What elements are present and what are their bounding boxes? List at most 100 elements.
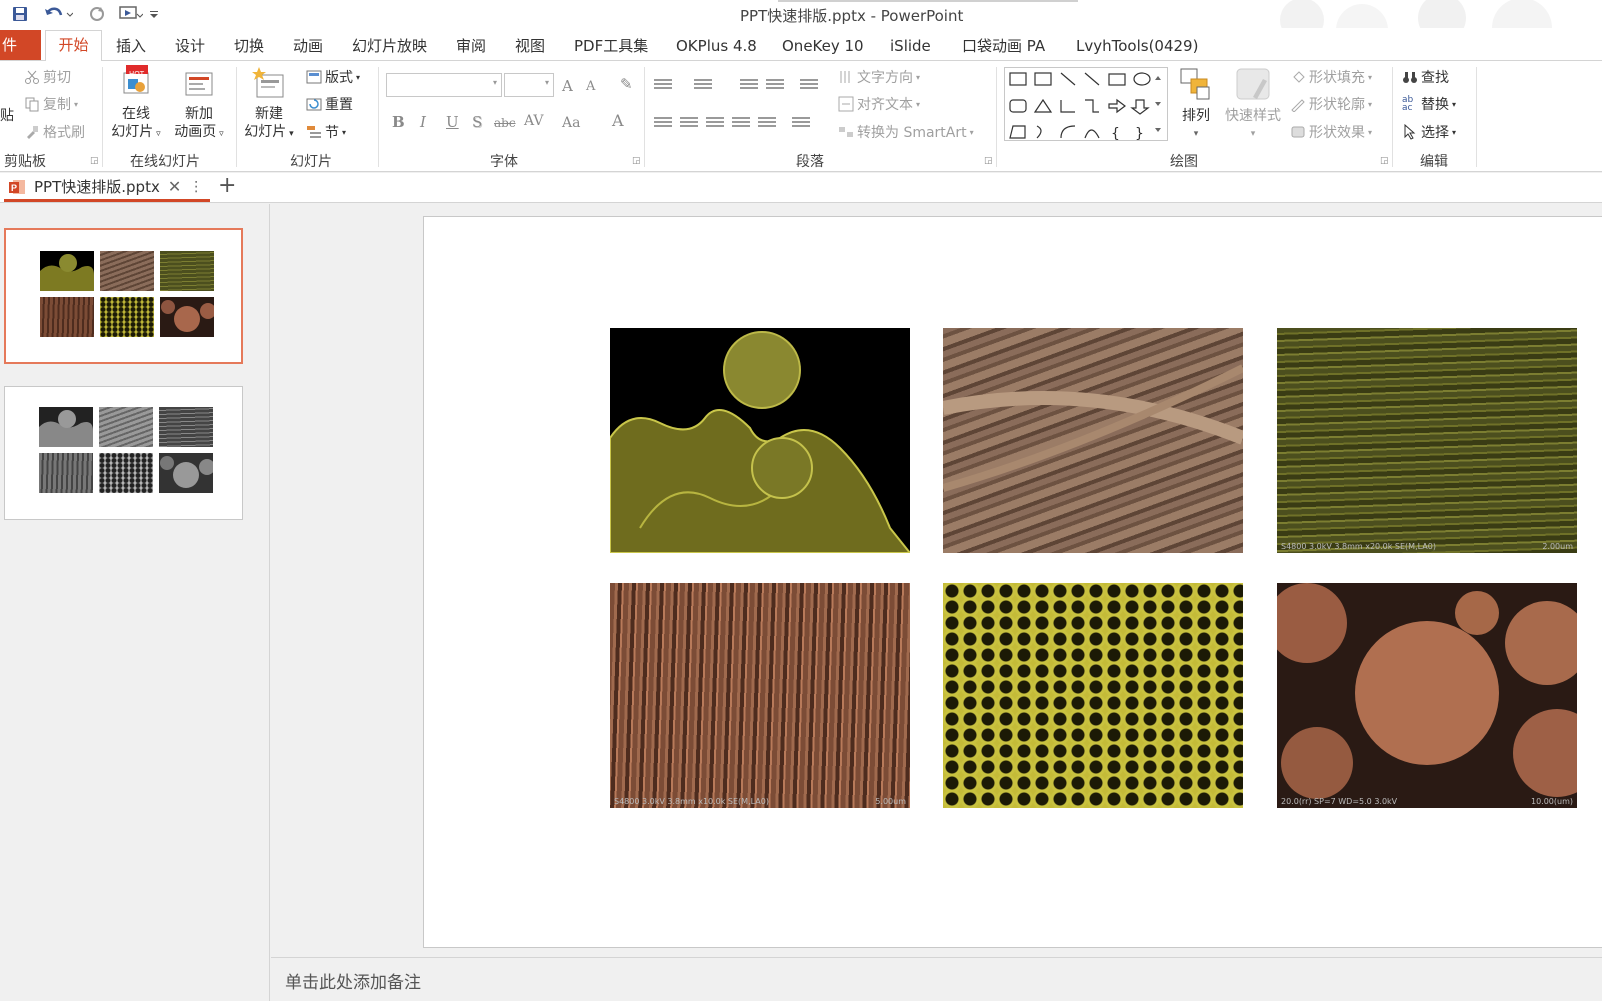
tab-pocket-animation[interactable]: 口袋动画 PA: [962, 32, 1045, 60]
font-color-button[interactable]: A: [612, 111, 624, 130]
document-tab[interactable]: P PPT快速排版.pptx ✕ ⋮: [4, 174, 210, 202]
arrange-button[interactable]: 排列 ▾: [1172, 65, 1220, 143]
line-spacing-icon[interactable]: [800, 79, 818, 93]
quick-styles-button[interactable]: 快速样式 ▾: [1222, 65, 1284, 143]
slide-thumbnail-2[interactable]: [4, 386, 243, 520]
undo-icon[interactable]: [42, 4, 74, 24]
launcher-icon[interactable]: ◲: [1380, 156, 1389, 166]
shapes-gallery[interactable]: {}: [1004, 67, 1168, 142]
select-button[interactable]: 选择 ▾: [1402, 122, 1456, 142]
tab-lvyhtools[interactable]: LvyhTools(0429): [1076, 32, 1198, 60]
new-animation-page-button[interactable]: 新加 动画页 ▿: [168, 65, 230, 143]
format-painter-button[interactable]: 格式刷: [24, 122, 85, 142]
quick-styles-label: 快速样式: [1225, 108, 1281, 124]
chevron-down-icon: ▾: [544, 78, 549, 87]
align-left-icon[interactable]: [654, 117, 672, 131]
section-button[interactable]: 节 ▾: [306, 122, 346, 142]
tab-animations[interactable]: 动画: [293, 32, 323, 60]
slide-canvas[interactable]: S4800 3.0kV 3.8mm x20.0k SE(M,LA0) 2.00u…: [423, 216, 1602, 948]
copy-button[interactable]: 复制 ▾: [24, 94, 78, 114]
tab-onekey[interactable]: OneKey 10: [782, 32, 864, 60]
shrink-font-button[interactable]: A: [586, 79, 595, 94]
paste-button[interactable]: 贴: [0, 105, 14, 125]
smartart-button[interactable]: 转换为 SmartArt ▾: [838, 122, 974, 142]
cut-button[interactable]: 剪切: [24, 67, 71, 87]
tab-design[interactable]: 设计: [175, 32, 205, 60]
shape-fill-button[interactable]: 形状填充 ▾: [1290, 67, 1372, 87]
grow-font-button[interactable]: A: [562, 77, 573, 95]
increase-indent-icon[interactable]: [766, 79, 784, 93]
tab-pdf-tools[interactable]: PDF工具集: [574, 32, 648, 60]
thumb-image: [39, 453, 93, 493]
new-slide-icon: [251, 65, 287, 103]
launcher-icon[interactable]: ◲: [90, 156, 99, 166]
sem-image-spheres[interactable]: [610, 328, 910, 553]
tab-slideshow[interactable]: 幻灯片放映: [352, 32, 427, 60]
sem-image-cross-section[interactable]: S4800 3.0kV 3.8mm x10.0k SE(M,LA0) 5.00u…: [610, 583, 910, 808]
more-icon[interactable]: ⋮: [189, 179, 203, 195]
char-spacing-button[interactable]: AV: [524, 113, 544, 129]
numbering-icon[interactable]: [694, 79, 712, 93]
launcher-icon[interactable]: ◲: [632, 156, 641, 166]
italic-button[interactable]: I: [420, 113, 426, 131]
save-icon[interactable]: [10, 4, 30, 24]
paint-bucket-icon: [1290, 69, 1306, 85]
tab-view[interactable]: 视图: [515, 32, 545, 60]
launcher-icon[interactable]: ◲: [984, 156, 993, 166]
customize-icon[interactable]: [148, 4, 160, 24]
tab-home[interactable]: 开始: [45, 30, 102, 61]
font-name-combo[interactable]: ▾: [386, 73, 502, 97]
powerpoint-icon: P: [8, 178, 26, 196]
strikethrough-button[interactable]: abc: [494, 116, 516, 130]
sem-image-fibers[interactable]: [943, 328, 1243, 553]
tab-insert[interactable]: 插入: [116, 32, 146, 60]
sem-image-particles[interactable]: 20.0(rr) SP=7 WD=5.0 3.0kV 10.00(um): [1277, 583, 1577, 808]
bold-button[interactable]: B: [392, 113, 405, 131]
online-slides-button[interactable]: HOT 在线 幻灯片 ▿: [108, 65, 164, 143]
clear-format-icon[interactable]: ✎: [620, 75, 633, 93]
text-direction-button[interactable]: 文字方向 ▾: [838, 67, 920, 87]
find-button[interactable]: 查找: [1402, 67, 1449, 87]
shape-outline-button[interactable]: 形状轮廓 ▾: [1290, 94, 1372, 114]
new-slide-button[interactable]: 新建 幻灯片 ▾: [240, 65, 298, 143]
sem-image-layers[interactable]: S4800 3.0kV 3.8mm x20.0k SE(M,LA0) 2.00u…: [1277, 328, 1577, 553]
slideshow-icon[interactable]: [116, 4, 144, 24]
tab-transitions[interactable]: 切换: [234, 32, 264, 60]
text-direction-icon: [838, 69, 854, 85]
slide-thumbnail-1[interactable]: [4, 228, 243, 364]
distribute-icon[interactable]: [758, 117, 776, 131]
tab-okplus[interactable]: OKPlus 4.8: [676, 32, 757, 60]
redo-icon[interactable]: [86, 4, 108, 24]
shape-effects-button[interactable]: 形状效果 ▾: [1290, 122, 1372, 142]
chevron-down-icon: ▾: [74, 99, 79, 109]
group-separator: [996, 67, 997, 167]
new-tab-icon[interactable]: +: [218, 173, 236, 198]
sem-image-porous[interactable]: [943, 583, 1243, 808]
thumb-image: [40, 251, 94, 291]
bullets-icon[interactable]: [654, 79, 672, 93]
align-text-label: 对齐文本: [857, 97, 913, 113]
svg-text:}: }: [1135, 126, 1144, 142]
align-right-icon[interactable]: [706, 117, 724, 131]
align-text-button[interactable]: 对齐文本 ▾: [838, 94, 920, 114]
align-center-icon[interactable]: [680, 117, 698, 131]
group-separator: [378, 67, 379, 167]
columns-icon[interactable]: [792, 117, 810, 131]
reset-button[interactable]: 重置: [306, 94, 353, 114]
thumb-image: [99, 407, 153, 447]
tab-review[interactable]: 审阅: [456, 32, 486, 60]
layout-button[interactable]: 版式 ▾: [306, 67, 360, 87]
justify-icon[interactable]: [732, 117, 750, 131]
smartart-label: 转换为 SmartArt: [857, 125, 967, 141]
tab-islide[interactable]: iSlide: [890, 32, 931, 60]
notes-pane[interactable]: 单击此处添加备注: [271, 957, 1602, 1001]
shadow-button[interactable]: S: [472, 113, 482, 131]
replace-button[interactable]: ab ac 替换 ▾: [1402, 94, 1456, 114]
close-icon[interactable]: ✕: [168, 177, 181, 196]
arrange-icon: [1179, 65, 1213, 105]
decrease-indent-icon[interactable]: [740, 79, 758, 93]
change-case-button[interactable]: Aa: [562, 115, 580, 131]
font-size-combo[interactable]: ▾: [504, 73, 554, 97]
tab-file[interactable]: 件: [0, 30, 41, 60]
underline-button[interactable]: U: [446, 113, 459, 131]
